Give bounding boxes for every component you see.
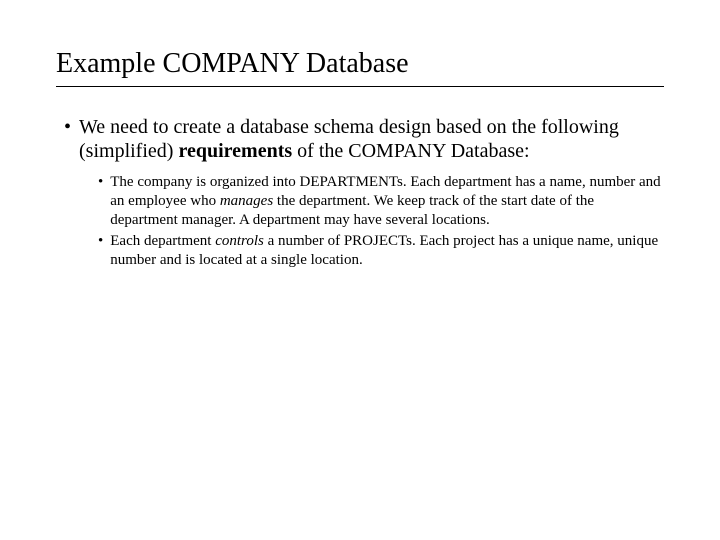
- sub-bullet: • Each department controls a number of P…: [98, 232, 664, 270]
- title-underline: [56, 86, 664, 87]
- sub-bullet-text-em: manages: [220, 193, 273, 209]
- slide-title: Example COMPANY Database: [56, 48, 664, 80]
- sub-bullet-list: • The company is organized into DEPARTME…: [56, 173, 664, 270]
- main-bullet-bold: requirements: [178, 140, 292, 162]
- bullet-dot: •: [98, 173, 103, 230]
- main-bullet: • We need to create a database schema de…: [56, 115, 664, 163]
- sub-bullet-text: The company is organized into DEPARTMENT…: [110, 173, 664, 230]
- bullet-dot: •: [64, 115, 71, 163]
- sub-bullet-text-part: Each department: [110, 233, 215, 249]
- sub-bullet-text: Each department controls a number of PRO…: [110, 232, 664, 270]
- sub-bullet: • The company is organized into DEPARTME…: [98, 173, 664, 230]
- sub-bullet-text-em: controls: [215, 233, 264, 249]
- main-bullet-text: We need to create a database schema desi…: [79, 115, 664, 163]
- bullet-dot: •: [98, 232, 103, 270]
- main-bullet-post: of the COMPANY Database:: [292, 140, 529, 162]
